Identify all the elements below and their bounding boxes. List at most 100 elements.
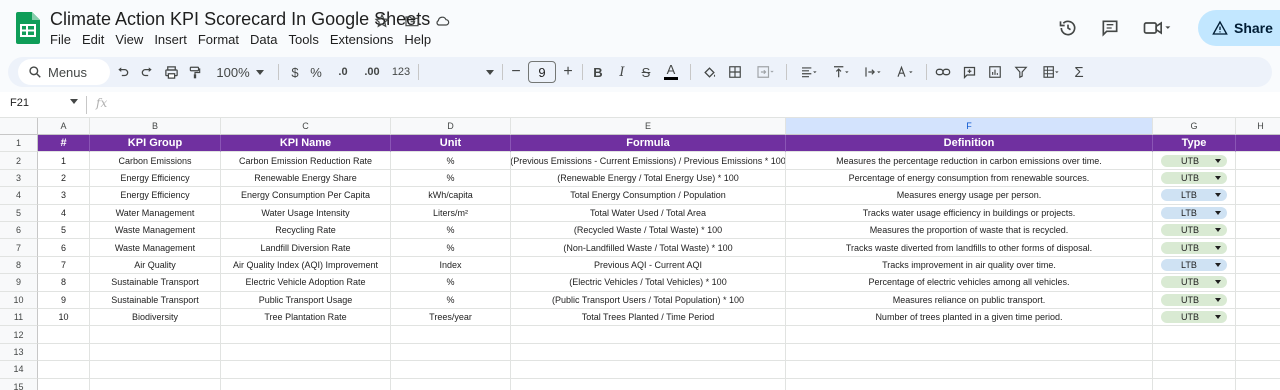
empty-cell[interactable]	[511, 378, 786, 390]
chevron-down-icon[interactable]	[1215, 158, 1221, 163]
table-cell[interactable]: Sustainable Transport	[90, 274, 221, 292]
menu-insert[interactable]: Insert	[154, 32, 187, 47]
empty-cell[interactable]	[786, 326, 1153, 344]
table-cell[interactable]: Recycling Rate	[221, 222, 391, 240]
empty-cell[interactable]	[90, 326, 221, 344]
empty-cell[interactable]	[1236, 309, 1280, 327]
empty-cell[interactable]	[1236, 205, 1280, 222]
type-dropdown-chip[interactable]: UTB	[1161, 154, 1227, 167]
type-dropdown-chip[interactable]: UTB	[1161, 293, 1227, 306]
header-cell[interactable]: Type	[1153, 135, 1236, 153]
decrease-font-size-button[interactable]: −	[508, 57, 524, 87]
column-header-a[interactable]: A	[38, 118, 90, 135]
empty-cell[interactable]	[786, 361, 1153, 379]
type-dropdown-cell[interactable]: LTB	[1153, 187, 1236, 205]
row-header-9[interactable]: 9	[0, 274, 38, 292]
table-cell[interactable]: Tree Plantation Rate	[221, 309, 391, 327]
empty-cell[interactable]	[1236, 152, 1280, 170]
row-header-8[interactable]: 8	[0, 256, 38, 275]
number-format-button[interactable]: 123	[388, 57, 414, 87]
insert-comment-icon[interactable]	[958, 57, 980, 87]
table-cell[interactable]: Electric Vehicle Adoption Rate	[221, 274, 391, 292]
menu-view[interactable]: View	[115, 32, 143, 47]
table-cell[interactable]: (Public Transport Users / Total Populati…	[511, 291, 786, 309]
table-cell[interactable]: %	[391, 169, 511, 188]
empty-cell[interactable]	[221, 343, 391, 362]
empty-cell[interactable]	[1153, 361, 1236, 379]
empty-cell[interactable]	[1153, 378, 1236, 390]
type-dropdown-cell[interactable]: LTB	[1153, 256, 1236, 275]
insert-link-icon[interactable]	[932, 57, 954, 87]
type-dropdown-chip[interactable]: UTB	[1161, 241, 1227, 254]
text-wrap-icon[interactable]	[858, 57, 888, 87]
row-header-13[interactable]: 13	[0, 343, 38, 362]
empty-cell[interactable]	[221, 326, 391, 344]
table-cell[interactable]: Measures the proportion of waste that is…	[786, 222, 1153, 240]
table-cell[interactable]: Previous AQI - Current AQI	[511, 256, 786, 275]
empty-cell[interactable]	[1236, 292, 1280, 309]
header-cell[interactable]: KPI Group	[90, 135, 221, 153]
menus-search[interactable]: Menus	[18, 59, 110, 85]
table-cell[interactable]: 7	[38, 256, 90, 275]
version-history-icon[interactable]	[1048, 8, 1088, 48]
table-cell[interactable]: Measures the percentage reduction in car…	[786, 152, 1153, 170]
chevron-down-icon[interactable]	[1215, 297, 1221, 302]
row-header-15[interactable]: 15	[0, 378, 38, 390]
type-dropdown-cell[interactable]: UTB	[1153, 222, 1236, 240]
menu-edit[interactable]: Edit	[82, 32, 104, 47]
row-header-4[interactable]: 4	[0, 187, 38, 205]
type-dropdown-cell[interactable]: UTB	[1153, 274, 1236, 292]
empty-cell[interactable]	[38, 343, 90, 362]
type-dropdown-cell[interactable]: UTB	[1153, 152, 1236, 170]
empty-cell[interactable]	[1236, 361, 1280, 379]
chevron-down-icon[interactable]	[1215, 228, 1221, 233]
column-header-d[interactable]: D	[391, 118, 511, 135]
table-cell[interactable]: %	[391, 274, 511, 292]
table-cell[interactable]: Measures reliance on public transport.	[786, 291, 1153, 309]
merge-cells-icon[interactable]	[750, 57, 780, 87]
chevron-down-icon[interactable]	[1215, 210, 1221, 215]
header-cell[interactable]: #	[38, 135, 90, 153]
strikethrough-button[interactable]: S	[636, 57, 656, 87]
table-cell[interactable]: 8	[38, 274, 90, 292]
table-cell[interactable]: (Renewable Energy / Total Energy Use) * …	[511, 169, 786, 188]
empty-cell[interactable]	[1236, 257, 1280, 275]
font-size-input[interactable]: 9	[528, 61, 556, 83]
row-header-11[interactable]: 11	[0, 309, 38, 327]
insert-chart-icon[interactable]	[984, 57, 1006, 87]
table-cell[interactable]: Total Trees Planted / Time Period	[511, 309, 786, 327]
empty-cell[interactable]	[38, 326, 90, 344]
column-header-e[interactable]: E	[511, 118, 786, 135]
menu-tools[interactable]: Tools	[288, 32, 318, 47]
table-cell[interactable]: 6	[38, 239, 90, 257]
table-cell[interactable]: 2	[38, 169, 90, 188]
table-cell[interactable]: (Electric Vehicles / Total Vehicles) * 1…	[511, 274, 786, 292]
type-dropdown-chip[interactable]: LTB	[1161, 189, 1227, 202]
empty-cell[interactable]	[511, 343, 786, 362]
empty-cell[interactable]	[1236, 326, 1280, 344]
empty-cell[interactable]	[1236, 187, 1280, 205]
column-header-g[interactable]: G	[1153, 118, 1236, 135]
table-cell[interactable]: 1	[38, 152, 90, 170]
empty-cell[interactable]	[391, 361, 511, 379]
table-cell[interactable]: Liters/m²	[391, 204, 511, 222]
decrease-decimal-button[interactable]: .0	[330, 57, 356, 87]
meet-icon[interactable]	[1132, 8, 1182, 48]
spreadsheet-grid[interactable]: A B C D E F G H 1 # KPI Group KPI Name Unit Formula De…	[0, 118, 1280, 390]
comments-icon[interactable]	[1090, 8, 1130, 48]
table-cell[interactable]: 5	[38, 222, 90, 240]
chevron-down-icon[interactable]	[1215, 175, 1221, 180]
table-cell[interactable]: Air Quality Index (AQI) Improvement	[221, 256, 391, 275]
table-cell[interactable]: Sustainable Transport	[90, 291, 221, 309]
italic-button[interactable]: I	[612, 57, 632, 87]
empty-cell[interactable]	[786, 343, 1153, 362]
row-header-6[interactable]: 6	[0, 222, 38, 240]
empty-cell[interactable]	[391, 326, 511, 344]
table-cell[interactable]: Percentage of energy consumption from re…	[786, 169, 1153, 188]
table-cell[interactable]: Tracks water usage efficiency in buildin…	[786, 204, 1153, 222]
chevron-down-icon[interactable]	[1215, 280, 1221, 285]
borders-icon[interactable]	[724, 57, 746, 87]
bold-button[interactable]: B	[588, 57, 608, 87]
column-header-h[interactable]: H	[1236, 118, 1280, 135]
share-button[interactable]: Share	[1198, 10, 1280, 46]
